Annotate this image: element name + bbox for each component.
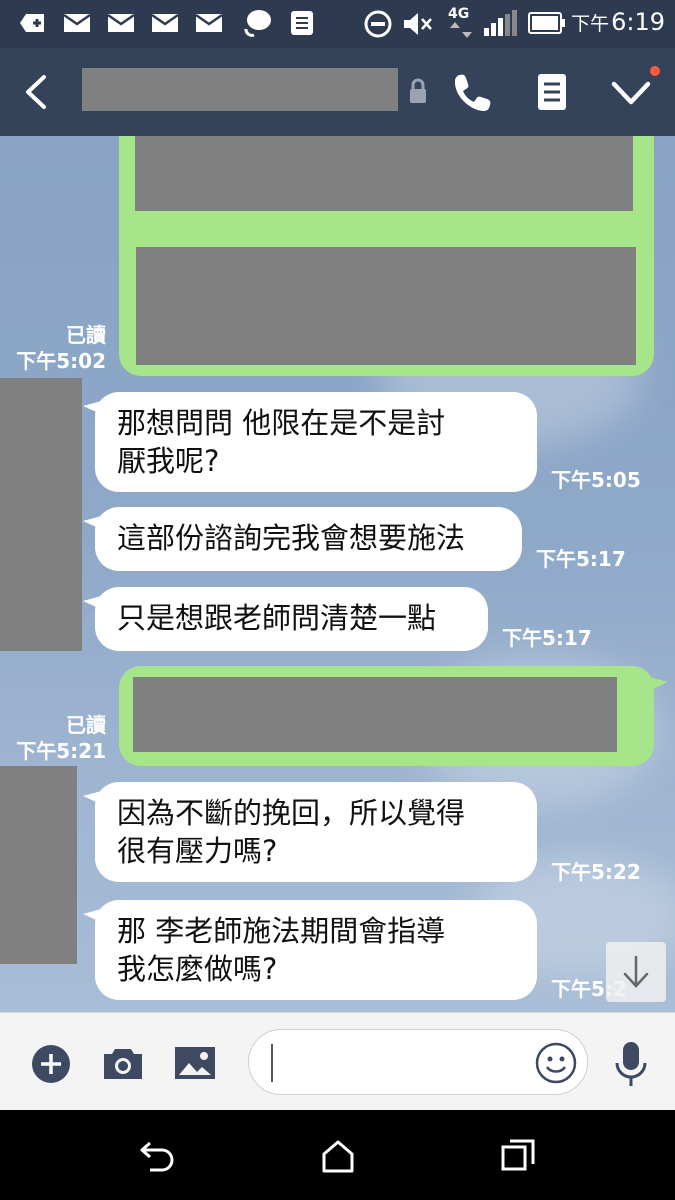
notification-dot [650,66,660,76]
mail-icon [108,13,134,32]
message-input-bar [0,1012,675,1111]
system-nav-bar [0,1110,675,1200]
line-chat-icon [244,10,271,37]
network-type-label: 4G [448,6,470,22]
mail-icon [64,13,90,32]
camera-icon[interactable] [102,1045,144,1081]
status-time: 下午6:19 [571,8,665,36]
message-time: 下午5:05 [551,468,641,492]
battery-icon [528,12,565,34]
outgoing-message-bubble[interactable] [119,136,654,376]
back-nav-icon[interactable] [138,1139,178,1173]
lock-icon [410,78,426,103]
chevron-down-icon[interactable] [610,78,652,108]
avatar-redacted [0,378,82,651]
image-icon[interactable] [174,1045,216,1081]
signal-icon [484,10,517,36]
scroll-to-bottom-button[interactable] [606,942,666,1002]
back-arrow-icon[interactable] [22,74,50,110]
incoming-message-bubble[interactable]: 這部份諮詢完我會想要施法 [83,507,522,571]
incoming-message-bubble[interactable]: 因為不斷的挽回，所以覺得 很有壓力嗎? [83,782,537,882]
recents-nav-icon[interactable] [500,1138,536,1174]
message-meta: 已讀 下午5:02 [16,323,106,373]
message-time: 下午5:17 [502,626,592,650]
outgoing-message-bubble[interactable] [119,666,668,766]
avatar-redacted [0,766,77,964]
message-meta: 已讀 下午5:21 [16,713,106,763]
redacted-content [135,136,633,211]
incoming-message-bubble[interactable]: 只是想跟老師問清楚一點 [83,587,488,651]
mute-icon [404,13,432,35]
phone-icon[interactable] [452,72,492,112]
arrow-down-icon [623,955,649,988]
add-notification-icon [20,14,44,32]
incoming-message-bubble[interactable]: 那 李老師施法期間會指導 我怎麼做嗎? [83,900,537,1000]
home-nav-icon[interactable] [320,1138,356,1174]
chat-header [0,48,675,136]
do-not-disturb-icon [364,10,392,38]
message-input[interactable] [248,1029,588,1095]
emoji-icon[interactable] [535,1042,577,1084]
mail-icon [196,13,222,32]
document-icon [291,11,313,35]
microphone-icon[interactable] [614,1041,648,1087]
plus-icon[interactable] [31,1044,71,1084]
redacted-content [133,677,617,752]
data-arrows-icon [450,22,472,38]
redacted-content [136,247,636,365]
mail-icon [152,13,178,32]
incoming-message-bubble[interactable]: 那想問問 他限在是不是討 厭我呢? [83,392,537,492]
notes-icon[interactable] [536,72,568,112]
status-bar: 4G 下午6:19 [0,0,675,48]
message-time: 下午5:22 [551,860,641,884]
message-time: 下午5:17 [536,547,626,571]
contact-name-redacted [82,68,398,111]
chat-area[interactable]: 已讀 下午5:02 那想問問 他限在是不是討 厭我呢? 下午5:05 這部份諮詢… [0,136,675,1012]
